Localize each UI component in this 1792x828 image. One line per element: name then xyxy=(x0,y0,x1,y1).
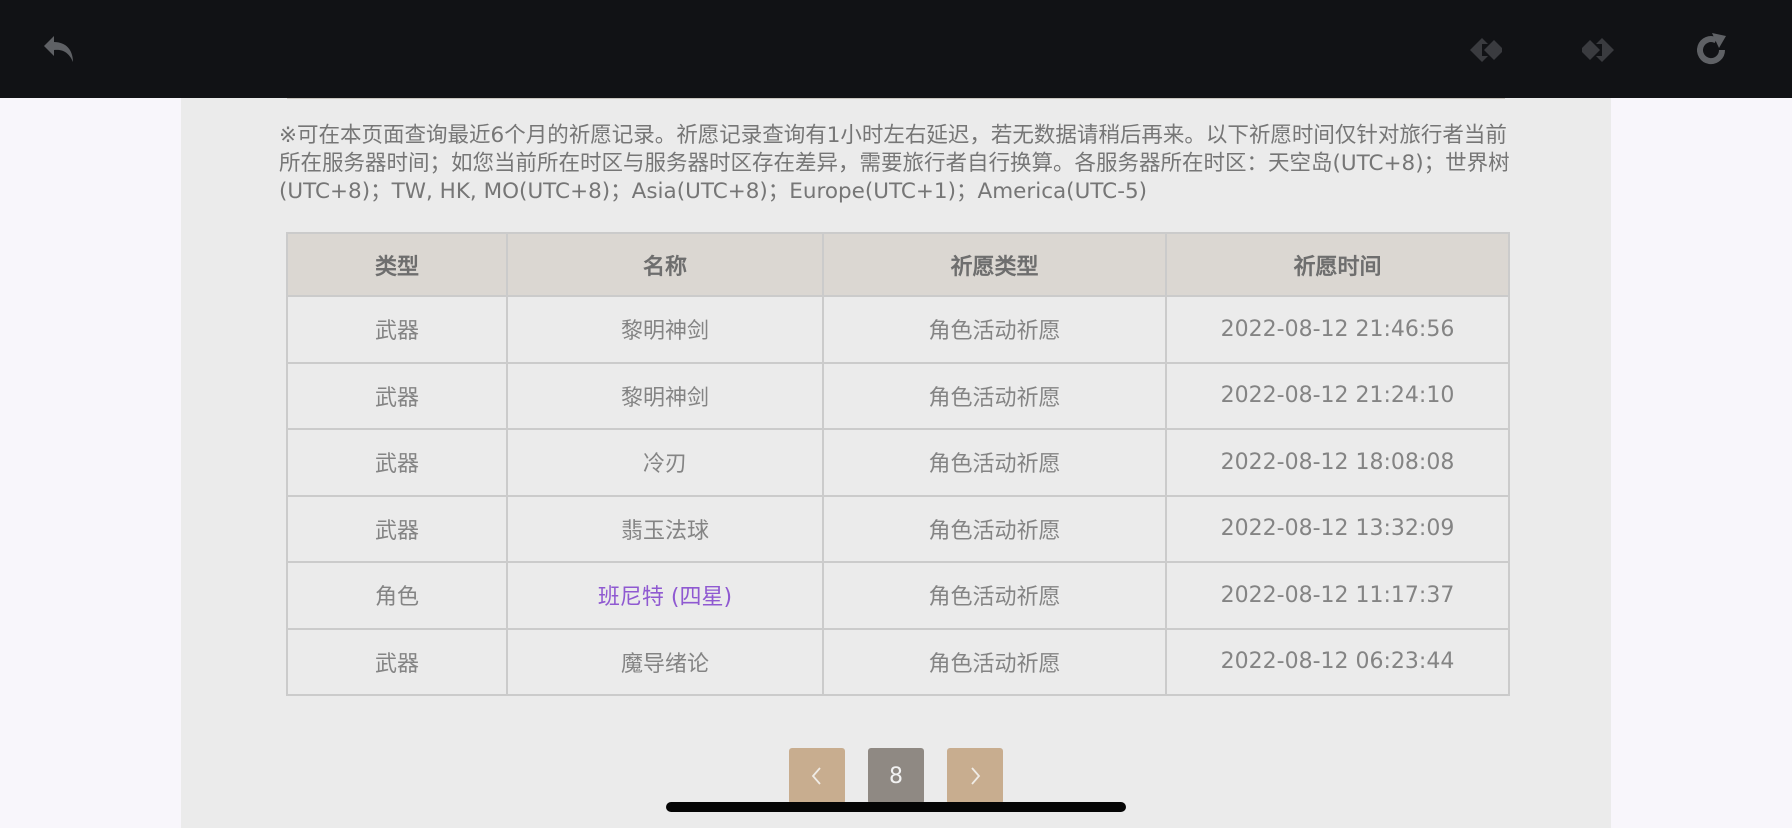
browser-toolbar xyxy=(0,0,1792,98)
cell-time: 2022-08-12 21:46:56 xyxy=(1165,295,1510,364)
cell-name-four-star: 班尼特 (四星) xyxy=(506,561,824,630)
cell-name: 冷刃 xyxy=(506,428,824,497)
cell-time: 2022-08-12 11:17:37 xyxy=(1165,561,1510,630)
cell-type: 武器 xyxy=(286,295,508,364)
undo-arrow-icon xyxy=(44,36,73,62)
column-header-type: 类型 xyxy=(286,232,508,297)
column-header-wish-type: 祈愿类型 xyxy=(822,232,1167,297)
cell-time: 2022-08-12 06:23:44 xyxy=(1165,627,1510,696)
pagination-current-page: 8 xyxy=(868,748,924,804)
cell-wish-type: 角色活动祈愿 xyxy=(822,361,1167,430)
table-row: 武器 翡玉法球 角色活动祈愿 2022-08-12 13:32:09 xyxy=(286,494,1510,563)
cell-name: 黎明神剑 xyxy=(506,361,824,430)
table-row: 武器 冷刃 角色活动祈愿 2022-08-12 18:08:08 xyxy=(286,428,1510,497)
cell-wish-type: 角色活动祈愿 xyxy=(822,295,1167,364)
cell-name: 翡玉法球 xyxy=(506,494,824,563)
column-header-name: 名称 xyxy=(506,232,824,297)
cell-wish-type: 角色活动祈愿 xyxy=(822,627,1167,696)
next-page-button[interactable] xyxy=(1576,28,1620,72)
wish-records-table: 类型 名称 祈愿类型 祈愿时间 武器 黎明神剑 角色活动祈愿 2022-08-1… xyxy=(286,232,1510,696)
notice-text: ※可在本页面查询最近6个月的祈愿记录。祈愿记录查询有1小时左右延迟，若无数据请稍… xyxy=(279,123,1510,204)
cell-type: 武器 xyxy=(286,494,508,563)
wish-history-panel: ※可在本页面查询最近6个月的祈愿记录。祈愿记录查询有1小时左右延迟，若无数据请稍… xyxy=(181,98,1611,828)
table-row: 武器 黎明神剑 角色活动祈愿 2022-08-12 21:46:56 xyxy=(286,295,1510,364)
chevron-left-icon xyxy=(811,767,821,785)
refresh-button[interactable] xyxy=(1690,28,1734,72)
pagination-next-button[interactable] xyxy=(947,748,1003,804)
pagination-prev-button[interactable] xyxy=(789,748,845,804)
chevron-right-icon xyxy=(971,767,981,785)
cell-wish-type: 角色活动祈愿 xyxy=(822,561,1167,630)
table-header-row: 类型 名称 祈愿类型 祈愿时间 xyxy=(286,232,1510,297)
table-row: 角色 班尼特 (四星) 角色活动祈愿 2022-08-12 11:17:37 xyxy=(286,561,1510,630)
cell-name: 魔导绪论 xyxy=(506,627,824,696)
table-row: 武器 黎明神剑 角色活动祈愿 2022-08-12 21:24:10 xyxy=(286,361,1510,430)
cell-type: 武器 xyxy=(286,627,508,696)
cell-time: 2022-08-12 18:08:08 xyxy=(1165,428,1510,497)
cell-type: 角色 xyxy=(286,561,508,630)
diamond-arrow-right-icon xyxy=(1582,38,1614,62)
back-button[interactable] xyxy=(38,28,82,72)
cell-wish-type: 角色活动祈愿 xyxy=(822,428,1167,497)
refresh-icon xyxy=(1697,33,1726,65)
table-row: 武器 魔导绪论 角色活动祈愿 2022-08-12 06:23:44 xyxy=(286,627,1510,696)
cell-time: 2022-08-12 13:32:09 xyxy=(1165,494,1510,563)
home-indicator xyxy=(666,802,1126,812)
cell-type: 武器 xyxy=(286,428,508,497)
previous-page-button[interactable] xyxy=(1464,28,1508,72)
diamond-arrow-left-icon xyxy=(1470,38,1502,62)
cell-time: 2022-08-12 21:24:10 xyxy=(1165,361,1510,430)
column-header-wish-time: 祈愿时间 xyxy=(1165,232,1510,297)
cell-name: 黎明神剑 xyxy=(506,295,824,364)
panel-divider xyxy=(287,98,1505,99)
cell-type: 武器 xyxy=(286,361,508,430)
cell-wish-type: 角色活动祈愿 xyxy=(822,494,1167,563)
